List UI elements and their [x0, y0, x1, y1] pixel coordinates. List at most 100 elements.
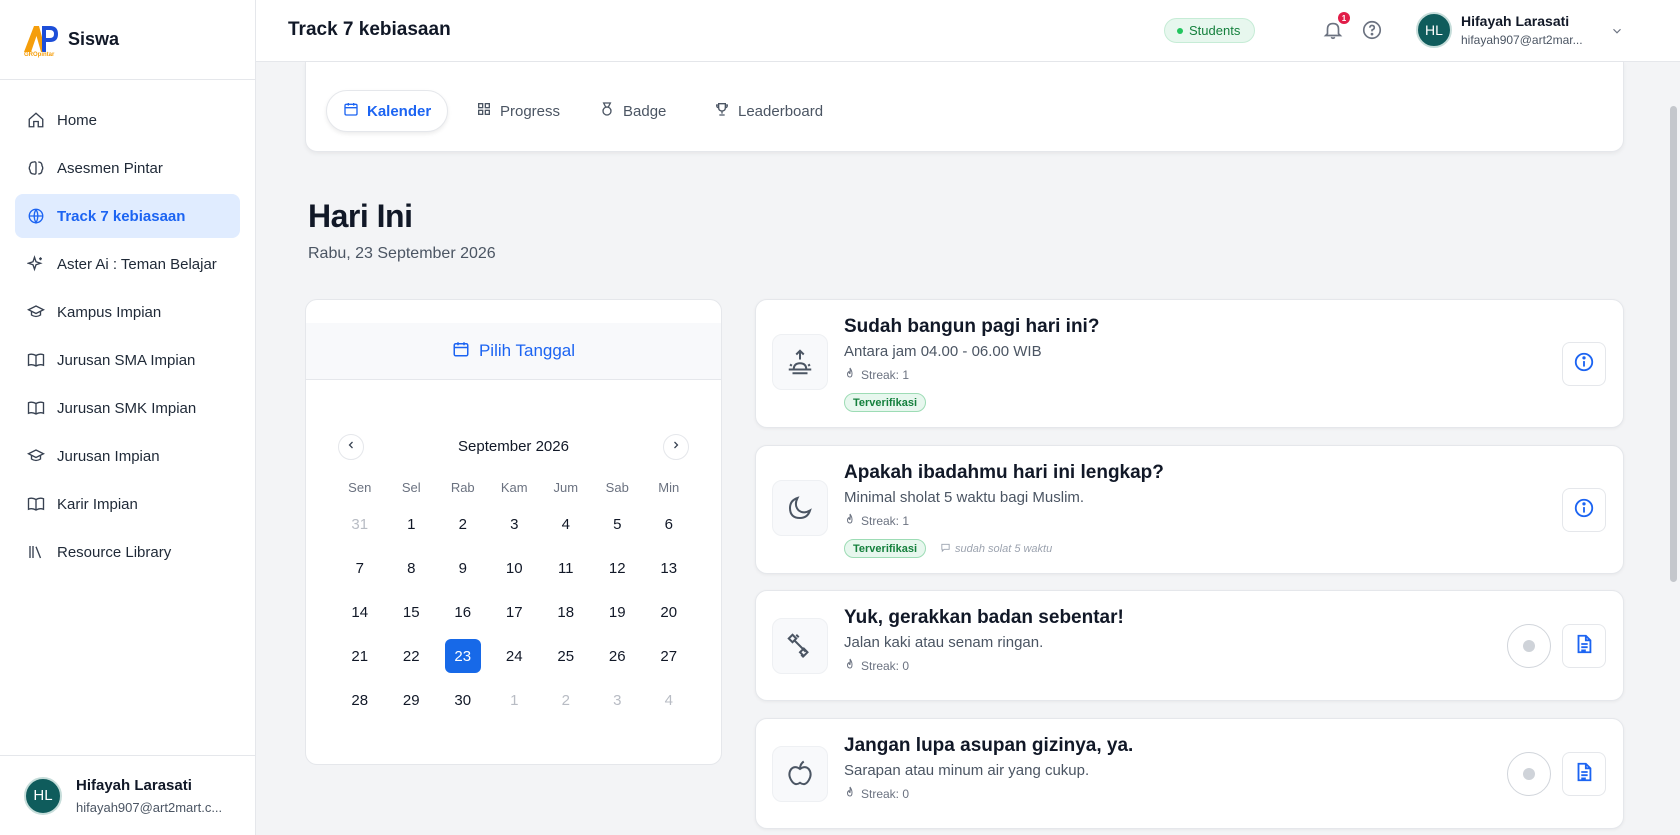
calendar-icon — [452, 340, 479, 363]
flame-icon — [844, 513, 861, 528]
calendar-day[interactable]: 21 — [334, 634, 386, 678]
calendar-day[interactable]: 2 — [540, 678, 592, 722]
scrollbar-thumb[interactable] — [1670, 106, 1677, 582]
calendar-day[interactable]: 2 — [437, 502, 489, 546]
info-icon — [1573, 351, 1595, 378]
calendar-day-number: 28 — [351, 691, 369, 709]
calendar-day[interactable]: 18 — [540, 590, 592, 634]
book-icon — [27, 495, 45, 513]
notifications-button[interactable]: 1 — [1322, 12, 1350, 41]
sidebar-item-karir-impian[interactable]: Karir Impian — [15, 482, 240, 526]
calendar-day[interactable]: 26 — [592, 634, 644, 678]
calendar-day[interactable]: 14 — [334, 590, 386, 634]
header-user-menu[interactable]: HL Hifayah Larasati hifayah907@art2mar..… — [1416, 12, 1583, 48]
habit-title: Sudah bangun pagi hari ini? — [844, 316, 1100, 337]
apple-icon — [772, 746, 828, 802]
calendar-day-selected[interactable]: 23 — [437, 634, 489, 678]
status-dot — [1177, 27, 1183, 34]
calendar-day[interactable]: 30 — [437, 678, 489, 722]
calendar-day-number: 9 — [458, 559, 467, 577]
calendar-day[interactable]: 31 — [334, 502, 386, 546]
next-month-button[interactable] — [663, 434, 689, 460]
calendar-day[interactable]: 15 — [386, 590, 438, 634]
sunrise-icon — [772, 334, 828, 390]
toggle-dot — [1523, 768, 1535, 780]
calendar-day-number: 21 — [351, 647, 369, 665]
flame-icon — [844, 367, 861, 382]
calendar-day[interactable]: 8 — [386, 546, 438, 590]
calendar-day[interactable]: 6 — [643, 502, 695, 546]
prev-month-button[interactable] — [338, 434, 364, 460]
calendar-day[interactable]: 25 — [540, 634, 592, 678]
calendar-day[interactable]: 12 — [592, 546, 644, 590]
tab-kalender[interactable]: Kalender — [326, 90, 449, 132]
calendar-weekday: Sen — [348, 479, 372, 495]
calendar-day[interactable]: 28 — [334, 678, 386, 722]
sidebar: GROpintar Siswa Home Asesmen Pintar Trac… — [0, 0, 256, 835]
calendar-day[interactable]: 22 — [386, 634, 438, 678]
calendar-day[interactable]: 1 — [489, 678, 541, 722]
calendar-day[interactable]: 3 — [489, 502, 541, 546]
open-form-button[interactable] — [1562, 624, 1606, 668]
pick-date-button[interactable]: Pilih Tanggal — [306, 323, 721, 380]
sidebar-nav: Home Asesmen Pintar Track 7 kebiasaan As… — [0, 80, 255, 574]
calendar-day[interactable]: 9 — [437, 546, 489, 590]
home-icon — [27, 111, 45, 129]
calendar-weekday: Rab — [450, 479, 475, 495]
sidebar-item-aster-ai[interactable]: Aster Ai : Teman Belajar — [15, 242, 240, 286]
sidebar-item-asesmen-pintar[interactable]: Asesmen Pintar — [15, 146, 240, 190]
info-button[interactable] — [1562, 488, 1606, 532]
help-button[interactable] — [1361, 19, 1383, 41]
sidebar-item-jurusan-smk-impian[interactable]: Jurusan SMK Impian — [15, 386, 240, 430]
sidebar-item-jurusan-impian[interactable]: Jurusan Impian — [15, 434, 240, 478]
calendar-day[interactable]: 13 — [643, 546, 695, 590]
trophy-icon — [714, 101, 738, 121]
habit-streak: Streak: 0 — [844, 786, 909, 801]
calendar-day[interactable]: 7 — [334, 546, 386, 590]
checkin-toggle[interactable] — [1507, 624, 1551, 668]
info-button[interactable] — [1562, 342, 1606, 386]
calendar-day[interactable]: 5 — [592, 502, 644, 546]
habit-desc: Minimal sholat 5 waktu bagi Muslim. — [844, 489, 1085, 506]
calendar-day[interactable]: 19 — [592, 590, 644, 634]
bell-icon — [1322, 22, 1344, 45]
chevron-down-icon[interactable] — [1610, 24, 1624, 43]
sidebar-item-jurusan-sma-impian[interactable]: Jurusan SMA Impian — [15, 338, 240, 382]
calendar-card: Pilih Tanggal September 2026 Sen Sel Rab Ka… — [305, 299, 722, 765]
calendar-day[interactable]: 16 — [437, 590, 489, 634]
calendar-day-number: 11 — [557, 559, 574, 577]
sidebar-user-card[interactable]: HL Hifayah Larasati hifayah907@art2mart.… — [0, 755, 256, 835]
calendar-day[interactable]: 1 — [386, 502, 438, 546]
calendar-day[interactable]: 27 — [643, 634, 695, 678]
calendar-day-number: 7 — [355, 559, 364, 577]
tab-badge[interactable]: Badge — [583, 90, 682, 132]
user-name: Hifayah Larasati — [1461, 13, 1570, 29]
brand[interactable]: GROpintar Siswa — [0, 0, 255, 80]
brain-icon — [27, 159, 45, 177]
sidebar-item-resource-library[interactable]: Resource Library — [15, 530, 240, 574]
calendar-day[interactable]: 11 — [540, 546, 592, 590]
open-form-button[interactable] — [1562, 752, 1606, 796]
sidebar-item-kampus-impian[interactable]: Kampus Impian — [15, 290, 240, 334]
brand-logo: GROpintar — [22, 22, 60, 58]
calendar-day[interactable]: 4 — [540, 502, 592, 546]
calendar-day[interactable]: 10 — [489, 546, 541, 590]
sidebar-item-home[interactable]: Home — [15, 98, 240, 142]
tab-leaderboard[interactable]: Leaderboard — [698, 90, 839, 132]
calendar-day-number: 26 — [608, 647, 626, 665]
tab-progress[interactable]: Progress — [460, 90, 576, 132]
calendar-day[interactable]: 4 — [643, 678, 695, 722]
section-title: Hari Ini — [308, 198, 413, 234]
habit-note: sudah solat 5 waktu — [940, 542, 1052, 556]
habit-desc: Antara jam 04.00 - 06.00 WIB — [844, 343, 1042, 360]
flame-icon — [844, 658, 861, 673]
user-name: Hifayah Larasati — [76, 776, 192, 794]
calendar-day[interactable]: 3 — [592, 678, 644, 722]
calendar-day[interactable]: 29 — [386, 678, 438, 722]
checkin-toggle[interactable] — [1507, 752, 1551, 796]
calendar-day[interactable]: 17 — [489, 590, 541, 634]
user-email: hifayah907@art2mar... — [1461, 33, 1583, 47]
sidebar-item-track-7-kebiasaan[interactable]: Track 7 kebiasaan — [15, 194, 240, 238]
calendar-day[interactable]: 20 — [643, 590, 695, 634]
calendar-day[interactable]: 24 — [489, 634, 541, 678]
